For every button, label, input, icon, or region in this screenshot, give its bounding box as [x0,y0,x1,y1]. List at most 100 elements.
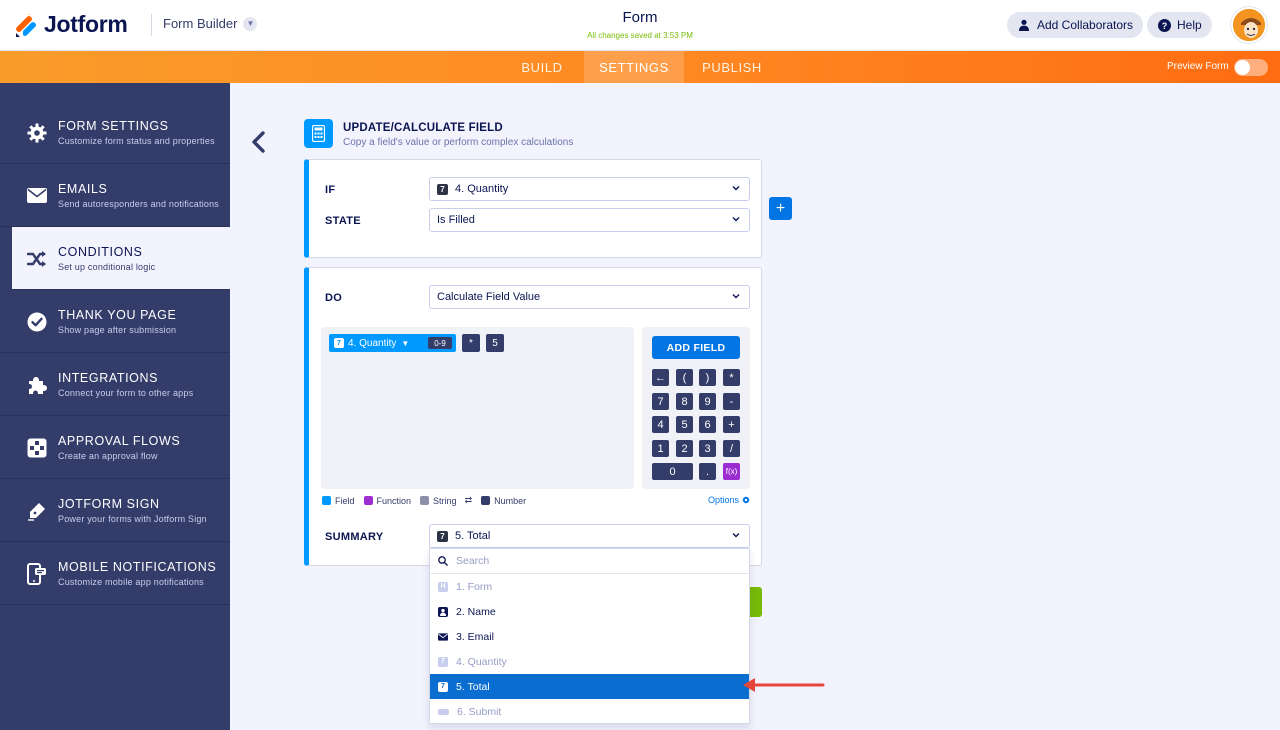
sidebar-item-thank-you-page[interactable]: THANK YOU PAGE Show page after submissio… [0,290,230,353]
keypad-5[interactable]: 5 [676,416,693,433]
add-collaborators-button[interactable]: Add Collaborators [1007,12,1144,38]
save-button-edge[interactable] [750,587,762,617]
keypad-open-paren[interactable]: ( [676,369,693,386]
legend-label: Field [335,495,355,506]
help-button[interactable]: ? Help [1147,12,1212,38]
sidebar-item-form-settings[interactable]: FORM SETTINGS Customize form status and … [0,101,230,164]
if-field-value: 4. Quantity [455,183,509,195]
chevron-down-icon [732,217,740,222]
preview-form-label: Preview Form [1167,61,1229,72]
preview-form-toggle[interactable] [1234,59,1268,76]
tab-settings[interactable]: SETTINGS [584,51,684,83]
help-icon: ? [1157,18,1171,32]
tab-build[interactable]: BUILD [506,51,578,83]
keypad-function[interactable]: f(x) [723,463,740,480]
heading-icon: H [438,581,448,592]
option-label: 4. Quantity [456,655,507,668]
dropdown-option-selected[interactable]: 7 5. Total [430,674,749,699]
dropdown-option[interactable]: 2. Name [430,599,749,624]
formula-number-chip[interactable]: 5 [486,334,504,352]
option-label: 6. Submit [457,705,502,718]
sidebar-item-mobile-notifications[interactable]: MOBILE NOTIFICATIONS Customize mobile ap… [0,542,230,605]
envelope-icon [438,632,448,642]
user-avatar[interactable] [1231,7,1267,43]
sidebar-item-title: JOTFORM SIGN [58,497,160,511]
number-icon: 7 [334,338,344,348]
sidebar-item-approval-flows[interactable]: APPROVAL FLOWS Create an approval flow [0,416,230,479]
legend-swatch [481,496,491,505]
legend-field: Field [322,496,355,506]
envelope-icon [26,185,47,206]
state-select[interactable]: Is Filled [429,208,750,232]
gear-icon [742,496,750,504]
sidebar-item-title: MOBILE NOTIFICATIONS [58,560,217,574]
keypad-2[interactable]: 2 [676,440,693,457]
formula-legend: Field Function String ⇄ Number [322,495,535,506]
form-builder-switch[interactable]: Form Builder ▼ [163,16,258,31]
keypad-6[interactable]: 6 [699,416,716,433]
sidebar-item-subtitle: Connect your form to other apps [58,388,194,398]
dropdown-search[interactable]: Search [430,549,749,574]
back-chevron-icon[interactable] [248,130,270,154]
if-field-select[interactable]: 7 4. Quantity [429,177,750,201]
search-icon [438,556,448,566]
formula-operator-chip[interactable]: * [462,334,480,352]
form-builder-label: Form Builder [163,16,238,31]
sidebar-item-integrations[interactable]: INTEGRATIONS Connect your form to other … [0,353,230,416]
keypad-decimal[interactable]: . [699,463,716,480]
legend-label: Number [494,495,527,506]
add-field-button[interactable]: ADD FIELD [652,336,740,359]
dropdown-option: H 1. Form [430,574,749,599]
add-condition-button[interactable]: + [769,197,792,220]
annotation-arrow-icon [743,678,825,692]
do-action-value: Calculate Field Value [437,291,541,303]
keypad-minus[interactable]: - [723,393,740,410]
legend-swatch [420,496,430,505]
keypad-0[interactable]: 0 [652,463,693,480]
legend-swatch [363,496,373,505]
submit-icon [438,708,449,715]
toggle-knob [1235,60,1250,75]
tab-publish[interactable]: PUBLISH [692,51,772,83]
chevron-down-icon [732,533,740,538]
keypad-8[interactable]: 8 [676,393,693,410]
formula-range-chip[interactable]: 0-9 [428,337,452,349]
dropdown-option[interactable]: 3. Email [430,624,749,649]
search-placeholder: Search [456,555,490,567]
chevron-down-icon [732,186,740,191]
logo-text: Jotform [44,11,128,37]
sidebar-item-jotform-sign[interactable]: JOTFORM SIGN Power your forms with Jotfo… [0,479,230,542]
sidebar-item-title: CONDITIONS [58,245,143,259]
settings-sidebar: FORM SETTINGS Customize form status and … [0,83,230,730]
form-title[interactable]: Form [540,9,740,26]
option-label: 1. Form [456,580,493,593]
summary-field-select[interactable]: 7 5. Total [429,524,750,548]
keypad-backspace[interactable]: ← [652,369,669,386]
if-label: IF [325,184,336,196]
sidebar-item-title: APPROVAL FLOWS [58,434,181,448]
keypad-1[interactable]: 1 [652,440,669,457]
options-link[interactable]: Options [708,495,750,505]
dropdown-option: 6. Submit [430,699,749,724]
sidebar-item-emails[interactable]: EMAILS Send autoresponders and notificat… [0,164,230,227]
do-label: DO [325,292,343,304]
chevron-down-icon [732,294,740,299]
add-collaborators-label: Add Collaborators [1037,18,1134,32]
keypad-multiply[interactable]: * [723,369,740,386]
sidebar-item-conditions[interactable]: CONDITIONS Set up conditional logic [12,227,230,290]
keypad-plus[interactable]: + [723,416,740,433]
person-icon [438,606,448,617]
keypad-4[interactable]: 4 [652,416,669,433]
keypad-close-paren[interactable]: ) [699,369,716,386]
jotform-logo[interactable]: Jotform [14,11,128,38]
do-action-select[interactable]: Calculate Field Value [429,285,750,309]
keypad-9[interactable]: 9 [699,393,716,410]
keypad-3[interactable]: 3 [699,440,716,457]
condition-type-subtitle: Copy a field's value or perform complex … [343,137,574,148]
keypad-divide[interactable]: / [723,440,740,457]
keypad-7[interactable]: 7 [652,393,669,410]
option-label: 2. Name [456,605,496,618]
swap-arrows-icon[interactable]: ⇄ [465,495,473,506]
shuffle-icon [26,248,47,269]
option-label: 3. Email [456,630,494,643]
